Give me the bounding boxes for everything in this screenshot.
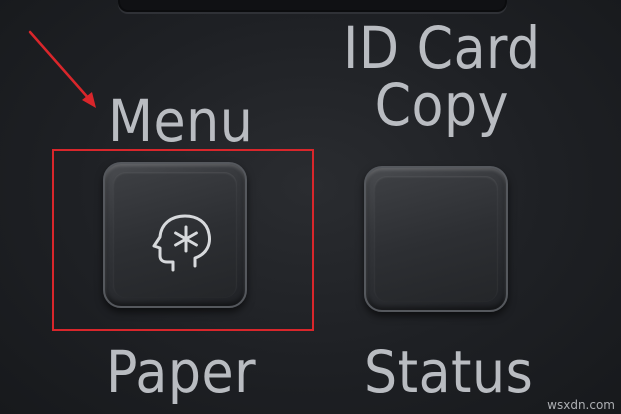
watermark-text: wsxdn.com — [547, 398, 615, 412]
red-arrow-icon — [28, 30, 96, 108]
